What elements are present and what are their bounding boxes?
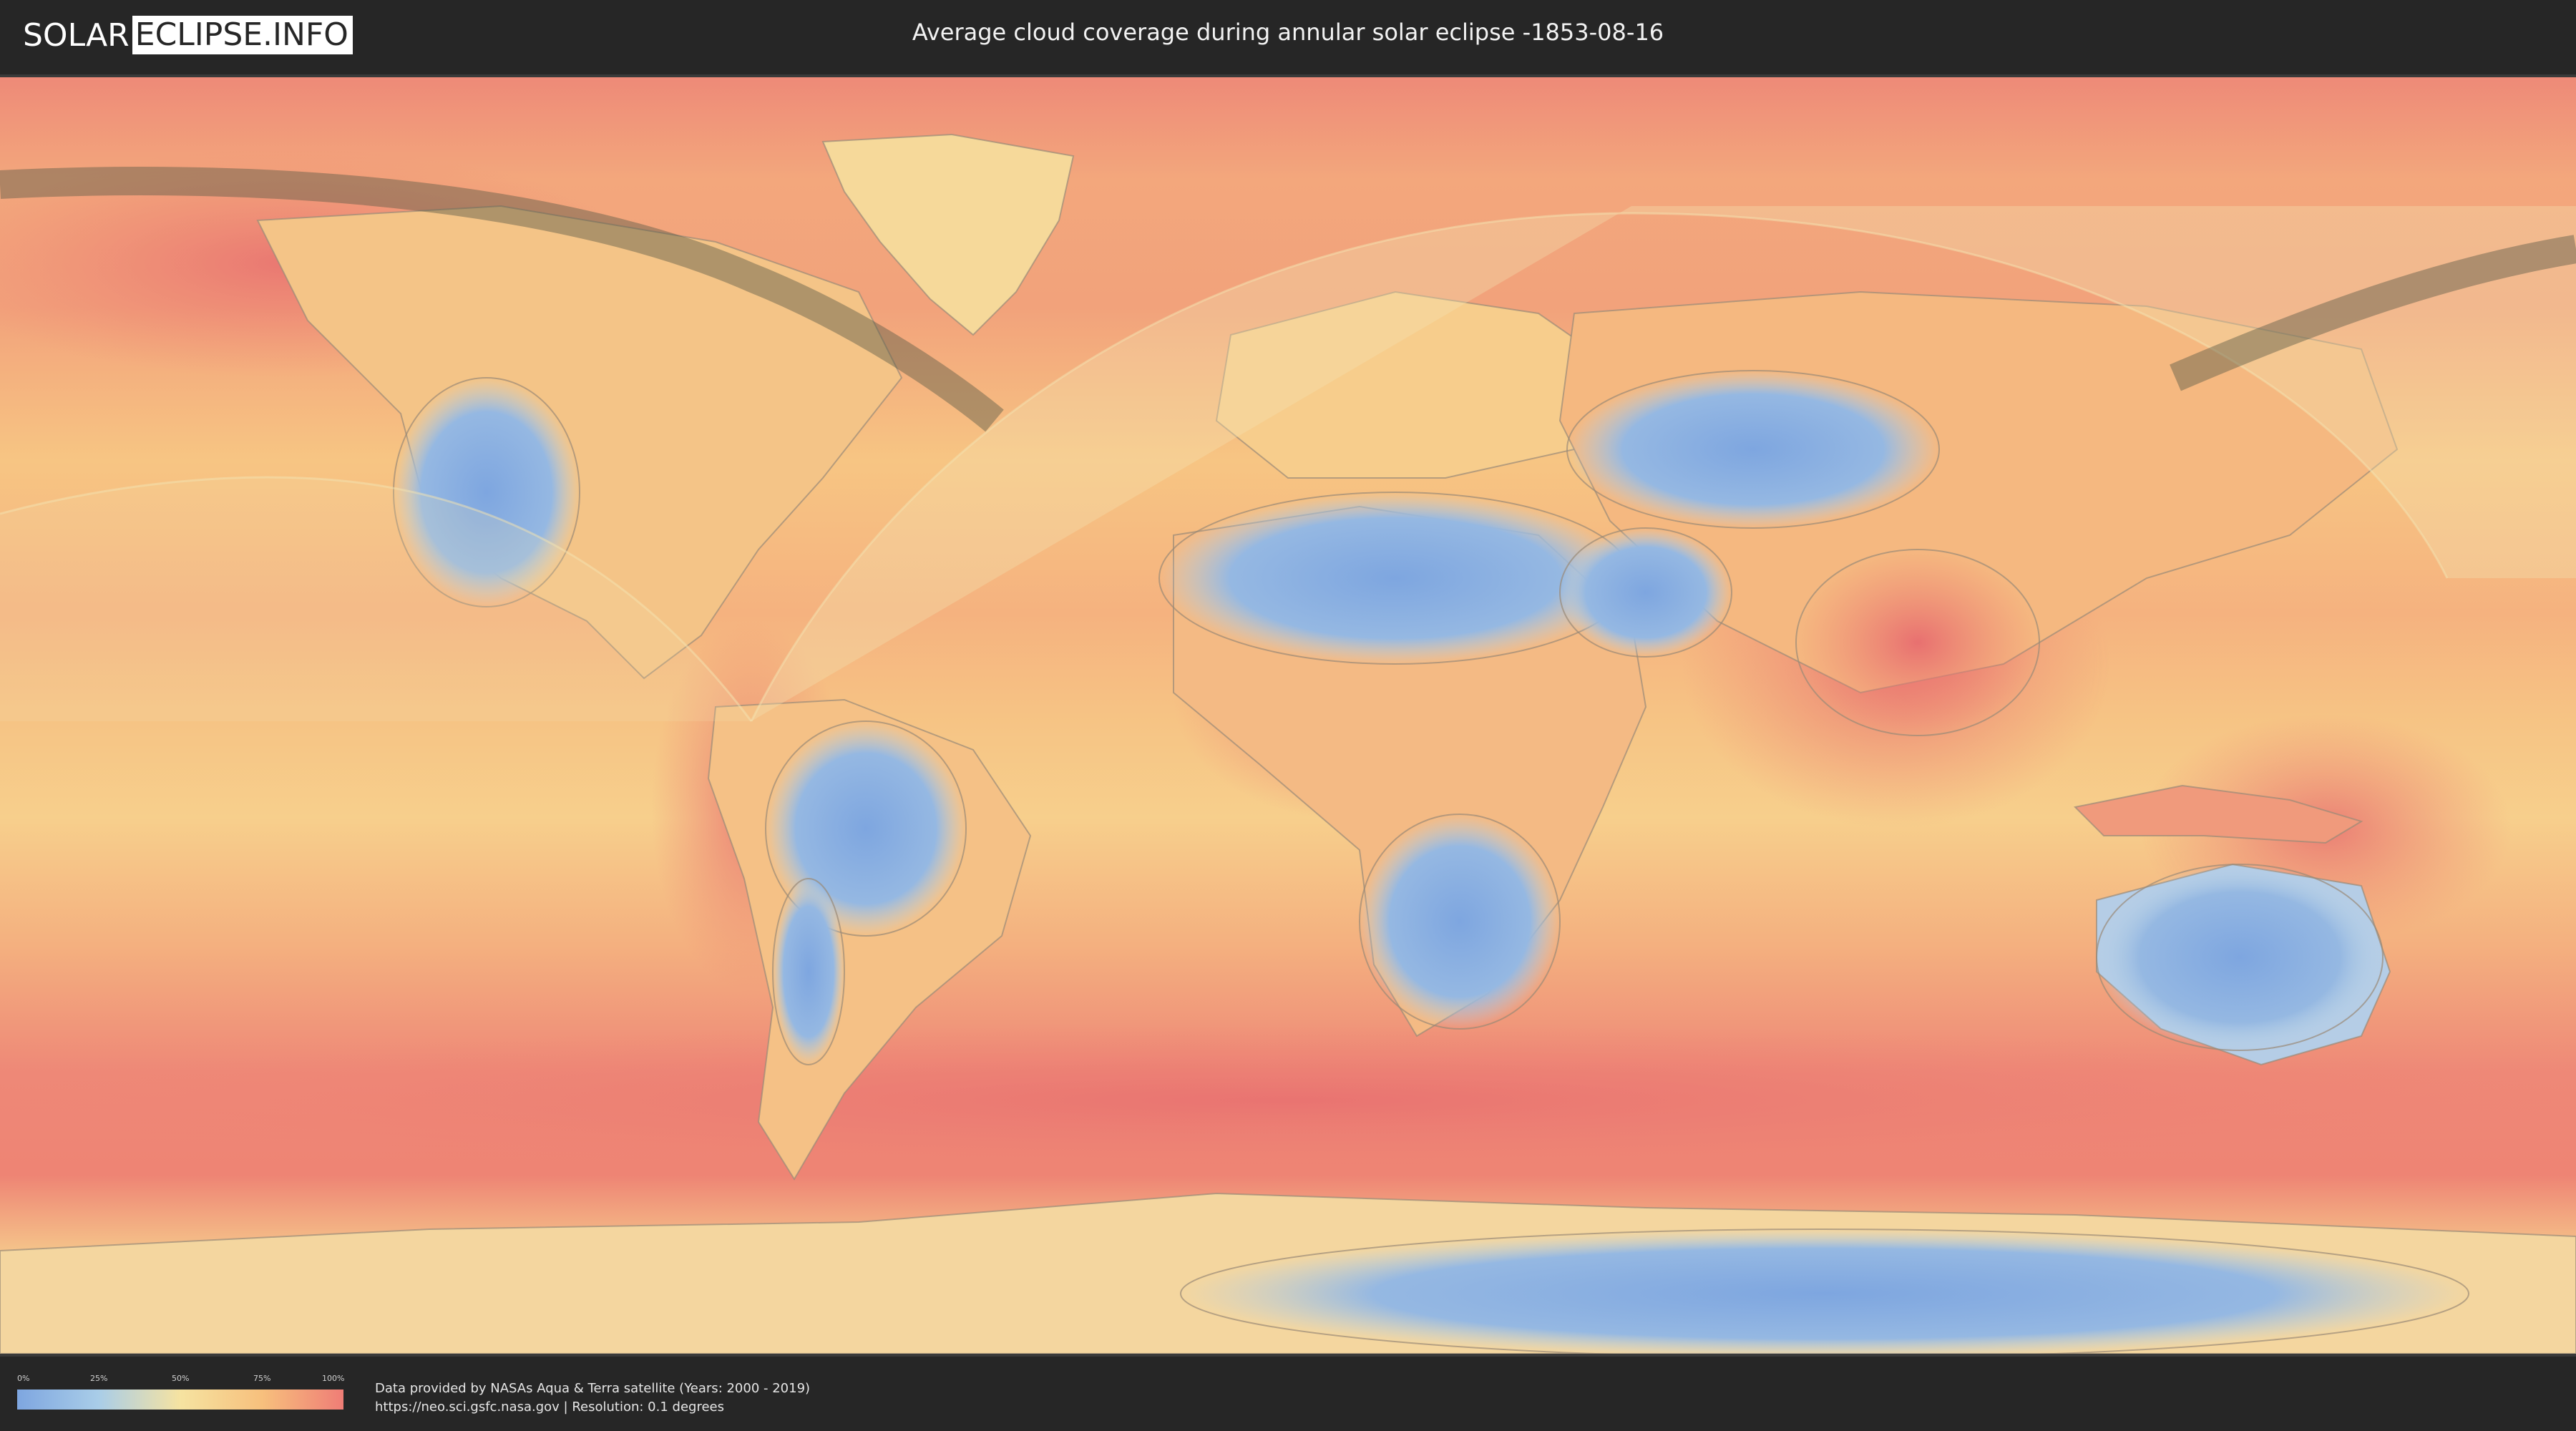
- cloud-coverage-map: [0, 74, 2576, 1357]
- legend-tick-100: 100%: [322, 1374, 345, 1383]
- legend-tick-75: 75%: [253, 1374, 271, 1383]
- credit-url[interactable]: https://neo.sci.gsfc.nasa.gov | Resoluti…: [375, 1398, 810, 1417]
- page: SOLAR ECLIPSE.INFO Average cloud coverag…: [0, 0, 2576, 1431]
- credit-source: Data provided by NASAs Aqua & Terra sate…: [375, 1381, 811, 1396]
- footer-bar: 0% 25% 50% 75% 100% Data provided by NAS…: [0, 1357, 2576, 1431]
- page-title: Average cloud coverage during annular so…: [912, 19, 1664, 46]
- legend-tick-0: 0%: [17, 1374, 30, 1383]
- legend-color-bar: [17, 1390, 343, 1410]
- cloud-coverage-legend: 0% 25% 50% 75% 100%: [17, 1374, 345, 1411]
- legend-tick-25: 25%: [90, 1374, 108, 1383]
- data-credit: Data provided by NASAs Aqua & Terra sate…: [375, 1379, 810, 1417]
- map-graphic: [0, 77, 2576, 1354]
- header-bar: SOLAR ECLIPSE.INFO Average cloud coverag…: [0, 0, 2576, 72]
- legend-tick-50: 50%: [172, 1374, 190, 1383]
